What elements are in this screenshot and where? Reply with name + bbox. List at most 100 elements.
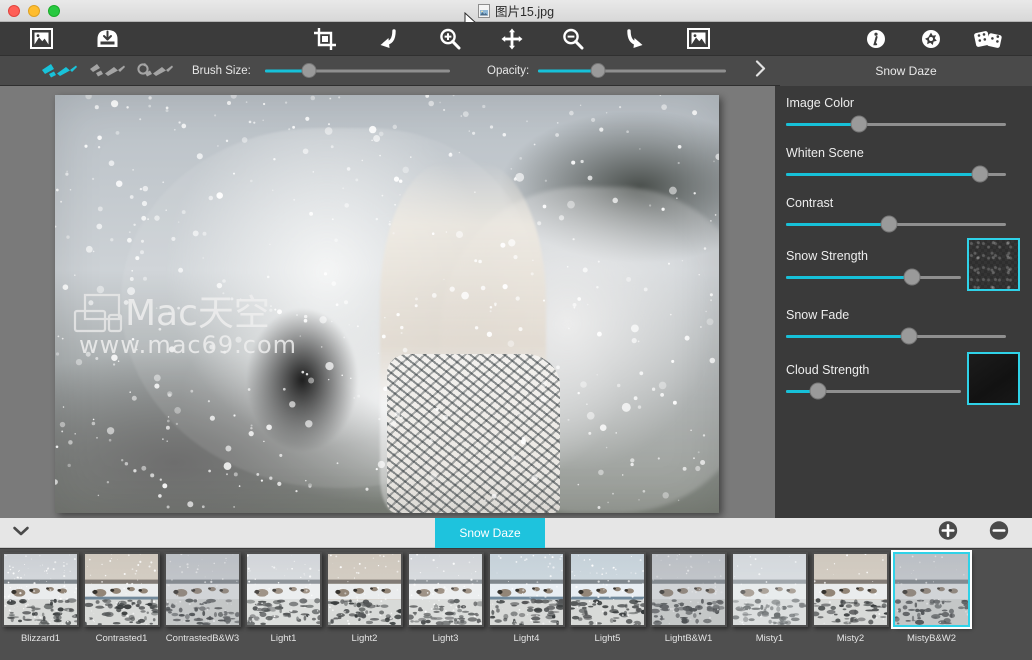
brush-tool-group [40, 56, 174, 86]
remove-preset-button[interactable] [989, 520, 1009, 545]
brush-erase-tool[interactable] [88, 61, 126, 81]
control-slider-knob[interactable] [900, 327, 918, 345]
preset-thumbnail-image[interactable] [488, 552, 565, 627]
current-effect-name: Snow Daze [780, 56, 1032, 86]
preset-thumbnail[interactable]: ContrastedB&W3 [162, 552, 243, 644]
preset-thumbnail-image[interactable] [812, 552, 889, 627]
preset-thumbnail-image[interactable] [245, 552, 322, 627]
preset-thumbnail-label: Light1 [270, 633, 297, 644]
info-circle-icon [867, 29, 885, 48]
preset-thumbnail-label: Light2 [351, 633, 378, 644]
control-slider-fill [786, 223, 890, 226]
preset-thumbnail-label: LightB&W1 [664, 633, 713, 644]
preset-thumbnail-image[interactable] [569, 552, 646, 627]
zoom-in-button[interactable] [435, 26, 465, 52]
cloud-strength-swatch[interactable] [967, 352, 1020, 405]
preset-thumbnail-image[interactable] [326, 552, 403, 627]
redo-button[interactable] [621, 26, 651, 52]
preset-thumbnail-label: Misty2 [836, 633, 865, 644]
save-download-icon [97, 30, 117, 47]
preset-thumbnail[interactable]: Blizzard1 [0, 552, 81, 644]
save-image-button[interactable] [92, 26, 122, 52]
undo-button[interactable] [372, 26, 402, 52]
zoom-out-button[interactable] [558, 26, 588, 52]
preset-category-tab[interactable]: Snow Daze [435, 518, 545, 548]
preset-thumbnail[interactable]: MistyB&W2 [891, 552, 972, 644]
gear-circle-icon [922, 29, 940, 48]
preset-thumbnail-label: MistyB&W2 [906, 633, 957, 644]
control-slider[interactable] [786, 335, 1006, 338]
preset-thumbnail-image[interactable] [83, 552, 160, 627]
preset-thumbnail[interactable]: Light3 [405, 552, 486, 644]
window-titlebar: 图片15.jpg [0, 0, 1032, 31]
opacity-slider[interactable] [538, 63, 726, 78]
control-slider-fill [786, 173, 980, 176]
preset-thumbnail-image[interactable] [893, 552, 970, 627]
brush-size-slider[interactable] [265, 63, 450, 78]
window-title-text: 图片15.jpg [494, 5, 555, 19]
chevron-down-icon[interactable] [12, 524, 30, 542]
preset-thumbnail-image[interactable] [164, 552, 241, 627]
control-slider-fill [786, 276, 912, 279]
jpeg-document-icon [477, 3, 490, 18]
preset-thumbnail-label: Light3 [432, 633, 459, 644]
fit-image-button[interactable] [683, 26, 713, 52]
preset-thumbnail[interactable]: Light2 [324, 552, 405, 644]
pan-move-button[interactable] [497, 26, 527, 52]
plus-circle-icon [938, 520, 958, 540]
control-slider-knob[interactable] [903, 268, 921, 286]
preset-thumbnail[interactable]: Contrasted1 [81, 552, 162, 644]
open-image-button[interactable] [26, 26, 56, 52]
brush-size-knob[interactable] [301, 63, 317, 78]
brush-toolbar: Brush Size: Opacity: Snow Daze [0, 56, 1032, 86]
preset-thumbnail[interactable]: Light5 [567, 552, 648, 644]
preset-thumbnail-image[interactable] [650, 552, 727, 627]
control-label: Image Color [786, 96, 855, 110]
snow-strength-swatch[interactable] [967, 238, 1020, 291]
application-window: 图片15.jpg Brush Size: Opacity: Snow Daze … [0, 0, 1032, 660]
canvas-area[interactable]: Mac天空 www.mac69.com [0, 86, 775, 518]
preset-thumbnail[interactable]: Misty2 [810, 552, 891, 644]
opacity-knob[interactable] [590, 63, 606, 78]
control-slider-knob[interactable] [971, 165, 989, 183]
opacity-label: Opacity: [487, 64, 530, 77]
window-title: 图片15.jpg [0, 1, 1032, 20]
control-slider-fill [786, 335, 910, 338]
redo-arrow-icon [627, 28, 643, 48]
opacity-fill [538, 69, 599, 72]
preset-thumbnail-label: Misty1 [755, 633, 784, 644]
preset-thumbnail[interactable]: Light4 [486, 552, 567, 644]
preset-thumbnail[interactable]: Light1 [243, 552, 324, 644]
dice-icon [974, 30, 1002, 48]
control-label: Contrast [786, 196, 834, 210]
control-slider-knob[interactable] [880, 215, 898, 233]
undo-arrow-icon [380, 28, 396, 48]
control-slider[interactable] [786, 276, 961, 279]
minus-circle-icon [989, 520, 1009, 540]
edited-photo[interactable]: Mac天空 www.mac69.com [55, 95, 719, 513]
magnifier-minus-icon [563, 28, 584, 49]
preset-thumbnail-label: ContrastedB&W3 [165, 633, 240, 644]
photo-vignette [55, 95, 719, 513]
add-preset-button[interactable] [938, 520, 958, 545]
brush-reset-tool[interactable] [136, 61, 174, 81]
crop-icon [314, 27, 336, 50]
preset-thumbnail-label: Contrasted1 [95, 633, 148, 644]
image-frame-icon [29, 28, 53, 49]
randomize-button[interactable] [971, 26, 1007, 52]
preset-thumbnail[interactable]: Misty1 [729, 552, 810, 644]
control-slider-knob[interactable] [809, 382, 826, 400]
crop-button[interactable] [310, 26, 340, 52]
preset-thumbnail-image[interactable] [407, 552, 484, 627]
control-slider-knob[interactable] [850, 115, 868, 133]
info-button[interactable] [861, 26, 891, 52]
settings-button[interactable] [916, 26, 946, 52]
adjustments-panel: Image Color Whiten Scene Contrast Snow Stre… [775, 86, 1032, 518]
preset-thumbnail[interactable]: LightB&W1 [648, 552, 729, 644]
control-slider[interactable] [786, 123, 1006, 126]
chevron-right-icon[interactable] [755, 59, 767, 82]
preset-thumbnail-image[interactable] [2, 552, 79, 627]
brush-paint-tool[interactable] [40, 61, 78, 81]
preset-thumbnail-image[interactable] [731, 552, 808, 627]
control-label: Whiten Scene [786, 146, 864, 160]
